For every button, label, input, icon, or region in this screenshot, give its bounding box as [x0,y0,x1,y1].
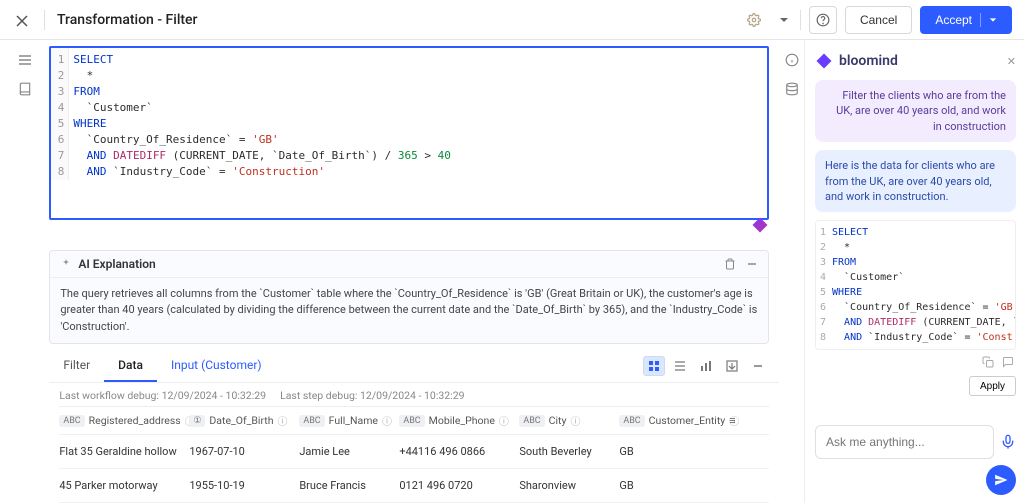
minimize-icon[interactable] [746,257,758,271]
chat-user-message: Filter the clients who are from the UK, … [815,80,1016,142]
chat-sidebar: bloomind ✕ Filter the clients who are fr… [804,40,1024,503]
tab-input[interactable]: Input (Customer) [157,350,276,382]
column-header[interactable]: ABCCityⓘ [519,413,619,428]
apply-button[interactable]: Apply [969,376,1016,396]
copy-icon[interactable] [982,354,994,368]
column-menu-icon[interactable]: ≡ [729,413,769,428]
column-header[interactable]: ABCMobile_Phoneⓘ [399,413,519,428]
accept-button[interactable]: Accept [920,6,1012,34]
export-icon[interactable] [721,356,743,376]
cancel-button[interactable]: Cancel [845,6,912,34]
database-icon[interactable] [785,81,799,96]
info-icon[interactable]: ⓘ [382,413,392,428]
table-row[interactable]: Flat 35 Geraldine hollow1967-07-10Jamie … [59,435,769,469]
chat-code-block: 1SELECT2 *3FROM4 `Customer`5WHERE6 `Coun… [815,220,1016,350]
send-button[interactable] [986,465,1016,495]
microphone-icon[interactable] [1000,434,1016,450]
help-button[interactable] [809,6,837,34]
chat-assistant-message: Here is the data for clients who are fro… [815,150,1016,212]
close-button[interactable] [12,8,32,32]
table-row[interactable]: 45 Parker motorway1955-10-19Bruce Franci… [59,469,769,503]
tab-data[interactable]: Data [104,350,157,382]
table-cell: South Beverley [519,445,619,458]
sparkle-icon [60,257,72,271]
info-icon[interactable]: ⓘ [278,413,288,428]
delete-icon[interactable] [724,257,736,271]
info-icon[interactable]: ⓘ [499,413,509,428]
table-cell: Bruce Francis [299,479,399,492]
info-icon[interactable] [785,52,799,67]
info-icon[interactable]: ⓘ [570,413,580,428]
brand-name: bloomind [839,53,898,69]
ai-diamond-icon[interactable] [751,216,769,234]
table-cell: +44116 496 0866 [399,445,519,458]
brand-logo-icon [815,52,833,70]
step-debug-info: Last step debug: 12/09/2024 - 10:32:29 [280,389,464,402]
page-title: Transformation - Filter [57,12,198,28]
accept-label: Accept [935,13,972,27]
workflow-debug-info: Last workflow debug: 12/09/2024 - 10:32:… [59,389,266,402]
minimize-icon[interactable] [747,356,769,376]
table-cell: 45 Parker motorway [59,479,189,492]
table-cell: Flat 35 Geraldine hollow [59,445,189,458]
column-header[interactable]: ABCCustomer_Entityⓘ [619,413,729,428]
table-cell: Sharonview [519,479,619,492]
caret-down-icon[interactable] [980,13,997,27]
sql-editor[interactable]: 12345678 SELECT *FROM `Customer`WHERE `C… [49,46,769,220]
table-cell: 0121 496 0720 [399,479,519,492]
chart-view-toggle[interactable] [695,356,717,376]
list-view-toggle[interactable] [669,356,691,376]
gear-icon[interactable] [740,6,768,34]
column-header[interactable]: ABCRegistered_addressⓘ [59,413,189,428]
divider [800,10,801,30]
table-cell: Jamie Lee [299,445,399,458]
caret-down-icon[interactable] [776,6,792,34]
table-cell: 1955-10-19 [189,479,299,492]
tab-filter[interactable]: Filter [49,350,104,382]
data-table: ABCRegistered_addressⓘ ①Date_Of_Birthⓘ A… [59,406,769,503]
explanation-body: The query retrieves all columns from the… [50,278,768,344]
column-header[interactable]: ABCFull_Nameⓘ [299,413,399,428]
menu-icon[interactable] [18,52,32,67]
table-cell: 1967-07-10 [189,445,299,458]
table-cell: GB [619,445,729,458]
divider [44,10,45,30]
book-icon[interactable] [18,81,32,96]
ai-explanation-panel: AI Explanation The query retrieves all c… [49,250,769,345]
chat-icon[interactable] [1002,354,1014,368]
close-icon[interactable]: ✕ [1007,55,1016,68]
grid-view-toggle[interactable] [643,356,665,376]
chat-input[interactable] [815,425,994,459]
column-header[interactable]: ①Date_Of_Birthⓘ [189,413,299,428]
explanation-title: AI Explanation [78,257,155,271]
table-cell: GB [619,479,729,492]
